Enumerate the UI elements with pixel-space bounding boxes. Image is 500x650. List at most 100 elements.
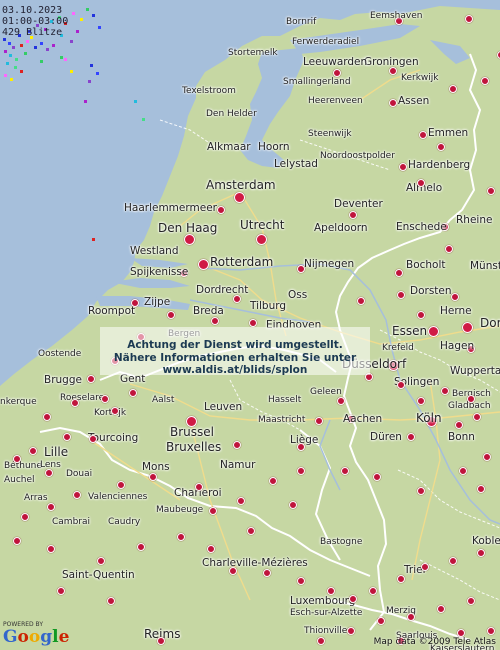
town-marker <box>417 397 425 405</box>
lightning-strike-marker <box>52 44 55 47</box>
city-label: Maastricht <box>258 415 306 425</box>
town-marker <box>131 299 139 307</box>
city-label: Utrecht <box>240 218 285 232</box>
google-wordmark: Google <box>3 627 70 647</box>
lightning-strike-marker <box>46 48 49 51</box>
town-marker <box>421 563 429 571</box>
city-label: Düren <box>370 431 402 443</box>
city-label: Hardenberg <box>408 159 471 171</box>
town-marker <box>107 597 115 605</box>
town-marker <box>457 629 465 637</box>
lightning-strike-marker <box>12 46 15 49</box>
city-label: Herne <box>440 305 472 317</box>
city-label: Mons <box>142 461 170 473</box>
town-marker <box>157 637 165 645</box>
city-marker <box>399 163 407 171</box>
city-label: Leuven <box>204 401 243 413</box>
town-marker <box>47 503 55 511</box>
town-marker <box>297 467 305 475</box>
town-marker <box>149 473 157 481</box>
town-marker <box>233 295 241 303</box>
city-marker <box>349 211 357 219</box>
lightning-strike-marker <box>92 14 95 17</box>
town-marker <box>57 587 65 595</box>
city-marker <box>87 375 95 383</box>
city-label: Rotterdam <box>210 255 274 269</box>
city-label: Lille <box>44 445 69 459</box>
city-label: Hagen <box>440 340 475 352</box>
city-label: Geleen <box>310 387 342 397</box>
city-label: Koblenz <box>472 535 500 547</box>
city-label: Saint-Quentin <box>62 569 135 581</box>
town-marker <box>437 605 445 613</box>
lightning-strike-marker <box>4 74 7 77</box>
town-marker <box>237 497 245 505</box>
lightning-strike-marker <box>134 100 137 103</box>
stats-time-range: 01:00-03:00 <box>2 16 69 27</box>
town-marker <box>373 473 381 481</box>
city-label: Emmen <box>428 127 469 139</box>
city-label: Ferwerderadiel <box>292 37 360 47</box>
town-marker <box>101 395 109 403</box>
city-label: Bruxelles <box>166 440 222 454</box>
map-view[interactable]: Bornrif Eemshaven Stortemelk Ferwerderadiel… <box>0 0 500 650</box>
town-marker <box>349 595 357 603</box>
city-label: Amsterdam <box>206 178 276 192</box>
town-marker <box>71 399 79 407</box>
city-label: Spijkenisse <box>130 266 189 278</box>
city-label: Dordrecht <box>196 284 249 296</box>
city-label: Den Haag <box>158 221 218 235</box>
city-label: Wuppertal <box>450 365 500 377</box>
notice-line-1: Achtung der Dienst wird umgestellt. <box>127 339 343 351</box>
city-label: Haarlemmermeer <box>124 202 217 214</box>
town-marker <box>481 77 489 85</box>
city-label: Douai <box>66 469 93 479</box>
town-marker <box>477 549 485 557</box>
city-label: Texelstroom <box>182 86 236 96</box>
city-label: Apeldoorn <box>314 222 368 234</box>
town-marker <box>229 567 237 575</box>
town-marker <box>233 441 241 449</box>
city-marker <box>461 321 473 333</box>
city-marker <box>333 69 341 77</box>
lightning-strike-marker <box>3 38 6 41</box>
city-label: Essen <box>392 324 428 338</box>
city-label: Heerenveen <box>308 96 363 106</box>
city-marker <box>217 206 225 214</box>
town-marker <box>445 245 453 253</box>
lightning-strike-marker <box>98 26 101 29</box>
lightning-strike-marker <box>70 70 73 73</box>
town-marker <box>47 545 55 553</box>
city-label: Assen <box>398 95 430 107</box>
city-label: Roompot <box>88 305 136 317</box>
city-label: Kerkwijk <box>401 73 439 83</box>
town-marker <box>441 387 449 395</box>
town-marker <box>341 467 349 475</box>
town-marker <box>207 545 215 553</box>
notice-link[interactable]: www.aldis.at/blids/splon <box>100 364 370 377</box>
city-label: Auchel <box>4 475 35 485</box>
town-marker <box>347 627 355 635</box>
city-label: Bastogne <box>320 537 363 547</box>
lightning-strike-marker <box>60 56 63 59</box>
lightning-strike-marker <box>64 58 67 61</box>
city-label: Gladbach <box>448 401 491 411</box>
lightning-strike-marker <box>20 44 23 47</box>
city-label: Lelystad <box>274 158 318 170</box>
town-marker <box>467 395 475 403</box>
town-marker <box>43 413 51 421</box>
town-marker <box>45 469 53 477</box>
lightning-strike-marker <box>24 52 27 55</box>
lightning-strike-marker <box>26 40 29 43</box>
town-marker <box>327 587 335 595</box>
town-marker <box>263 569 271 577</box>
town-marker <box>473 413 481 421</box>
city-label: Breda <box>193 305 224 317</box>
town-marker <box>417 179 425 187</box>
city-label: Thionville <box>304 626 348 636</box>
town-marker <box>397 291 405 299</box>
stats-strike-count: 429 Blitze <box>2 27 63 38</box>
google-logo[interactable]: POWERED BY Google <box>3 621 69 646</box>
city-label: Valenciennes <box>88 492 148 502</box>
stats-date: 03.10.2023 <box>2 5 63 16</box>
